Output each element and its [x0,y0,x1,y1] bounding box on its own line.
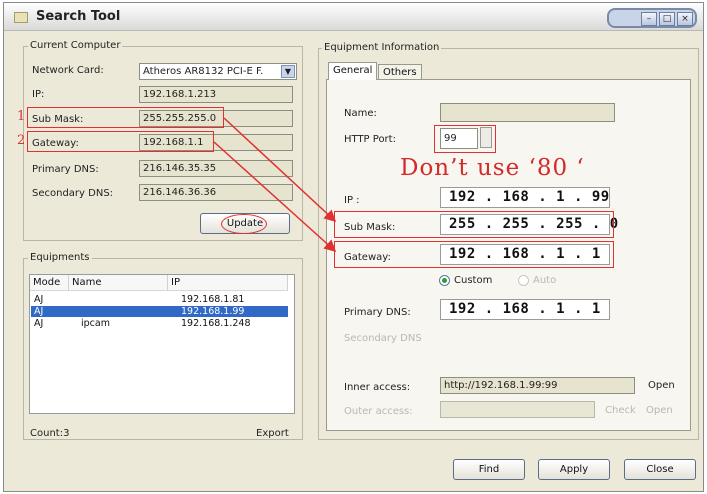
device-submask-highlight-box [334,211,614,238]
primary-dns-label: Primary DNS: [32,164,99,175]
network-card-label: Network Card: [32,65,104,76]
row-ip: 192.168.1.99 [181,306,245,317]
network-card-select[interactable]: Atheros AR8132 PCI-E F. ▼ [139,63,297,80]
row-mode: AJ [34,318,44,329]
window-title: Search Tool [36,9,121,24]
row-ip: 192.168.1.81 [181,294,245,305]
auto-radio[interactable] [518,275,529,286]
outer-access-field [440,401,595,418]
row-ip: 192.168.1.248 [181,318,251,329]
column-header-mode[interactable]: Mode [30,275,69,291]
table-row[interactable]: AJ 192.168.1.81 [31,294,288,305]
http-port-highlight-box [434,125,496,153]
ip-label: IP: [32,89,45,100]
gateway-highlight-box [27,131,214,152]
device-gateway-highlight-box [334,241,614,268]
http-port-label: HTTP Port: [344,134,396,145]
secondary-dns-label: Secondary DNS: [32,188,114,199]
submask-highlight-box [27,107,224,128]
row-name: ipcam [81,318,110,329]
close-icon[interactable]: × [677,12,693,26]
chevron-down-icon[interactable]: ▼ [281,65,295,78]
secondary-dns-field: 216.146.36.36 [139,184,293,201]
primary-dns-field: 216.146.35.35 [139,160,293,177]
row-mode: AJ [34,306,44,317]
column-header-ip[interactable]: IP [168,275,288,291]
custom-radio-label: Custom [454,275,493,286]
title-bar[interactable]: Search Tool – □ × [4,3,703,31]
equipments-list[interactable]: Mode Name IP AJ 192.168.1.81 AJ 192.168.… [29,274,295,414]
table-row[interactable]: AJ ipcam 192.168.1.248 [31,318,288,329]
annotation-number-2: 2 [17,133,26,148]
window-controls: – □ × [607,8,697,28]
equipment-info-label: Equipment Information [322,42,442,53]
current-computer-label: Current Computer [28,40,123,51]
count-label: Count:3 [30,428,70,439]
auto-radio-label: Auto [533,275,557,286]
close-button[interactable]: Close [624,459,696,480]
outer-access-label: Outer access: [344,406,413,417]
column-header-name[interactable]: Name [69,275,168,291]
name-label: Name: [344,108,377,119]
find-button[interactable]: Find [453,459,525,480]
dont-use-80-annotation: Don’t use ‘80 ‘ [400,155,585,181]
export-button[interactable]: Export [256,428,289,439]
radio-dot-icon [442,278,447,283]
update-highlight-ellipse [221,214,267,234]
name-field[interactable] [440,103,615,122]
device-secondary-dns-label: Secondary DNS [344,333,422,344]
apply-button[interactable]: Apply [538,459,610,480]
row-mode: AJ [34,294,44,305]
annotation-number-1: 1 [17,109,26,124]
app-icon [14,12,28,23]
table-row-selected[interactable]: AJ 192.168.1.99 [31,306,288,317]
network-card-value: Atheros AR8132 PCI-E F. [143,66,264,77]
inner-access-label: Inner access: [344,382,411,393]
minimize-icon[interactable]: – [641,12,657,26]
tab-general[interactable]: General [328,62,378,80]
maximize-icon[interactable]: □ [659,12,675,26]
inner-access-field: http://192.168.1.99:99 [440,377,635,394]
device-primary-dns-label: Primary DNS: [344,307,411,318]
device-primary-dns-field[interactable]: 192 . 168 . 1 . 1 [440,299,610,320]
ip-field: 192.168.1.213 [139,86,293,103]
open-button[interactable]: Open [648,380,675,391]
device-ip-label: IP : [344,195,360,206]
custom-radio[interactable] [439,275,450,286]
outer-open-button[interactable]: Open [646,405,673,416]
equipments-label: Equipments [28,252,92,263]
device-ip-field[interactable]: 192 . 168 . 1 . 99 [440,187,610,208]
check-button[interactable]: Check [605,405,636,416]
tab-others[interactable]: Others [378,64,422,79]
